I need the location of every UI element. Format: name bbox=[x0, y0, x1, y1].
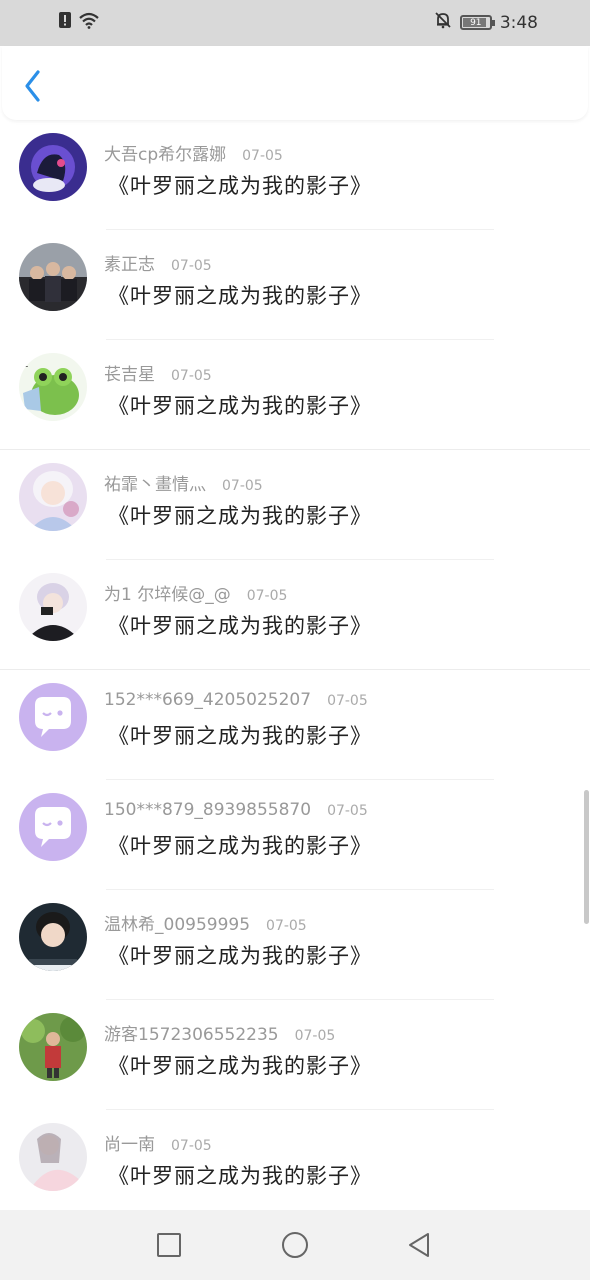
comment-list: 大吾cp希尔露娜 07-05 《叶罗丽之成为我的影子》 素正志 07-05 《叶罗丽… bbox=[0, 120, 590, 1210]
system-nav-bar bbox=[0, 1210, 590, 1280]
username[interactable]: 大吾cp希尔露娜 bbox=[104, 140, 226, 165]
comment-text: 《叶罗丽之成为我的影子》 bbox=[108, 394, 372, 418]
comment-text: 《叶罗丽之成为我的影子》 bbox=[108, 944, 372, 968]
nav-back-button[interactable] bbox=[404, 1230, 434, 1260]
list-item[interactable]: z 苌吉星 07-05 《叶罗丽之成为我的影子》 bbox=[0, 340, 590, 450]
back-icon bbox=[409, 1233, 429, 1257]
username[interactable]: 游客1572306552235 bbox=[104, 1020, 279, 1045]
avatar[interactable] bbox=[19, 573, 87, 641]
username[interactable]: 150***879_8939855870 bbox=[104, 800, 311, 820]
recent-apps-button[interactable] bbox=[154, 1230, 184, 1260]
app-header bbox=[2, 46, 588, 120]
avatar[interactable] bbox=[19, 683, 87, 751]
comment-text: 《叶罗丽之成为我的影子》 bbox=[108, 834, 372, 858]
scrollbar[interactable] bbox=[584, 790, 589, 924]
list-item[interactable]: 大吾cp希尔露娜 07-05 《叶罗丽之成为我的影子》 bbox=[0, 120, 590, 230]
comment-date: 07-05 bbox=[171, 258, 212, 274]
home-button[interactable] bbox=[280, 1230, 310, 1260]
list-item[interactable]: 为1 尔埣候@_@ 07-05 《叶罗丽之成为我的影子》 bbox=[0, 560, 590, 670]
list-item[interactable]: 游客1572306552235 07-05 《叶罗丽之成为我的影子》 bbox=[0, 1000, 590, 1110]
battery-level: 91 bbox=[470, 17, 482, 28]
list-item[interactable]: 尚一南 07-05 《叶罗丽之成为我的影子》 bbox=[0, 1110, 590, 1210]
list-item[interactable]: 素正志 07-05 《叶罗丽之成为我的影子》 bbox=[0, 230, 590, 340]
wifi-icon bbox=[78, 11, 100, 33]
avatar[interactable]: z bbox=[19, 353, 87, 421]
username[interactable]: 温林希_00959995 bbox=[104, 910, 250, 935]
comment-date: 07-05 bbox=[171, 1138, 212, 1154]
comment-text: 《叶罗丽之成为我的影子》 bbox=[108, 1164, 372, 1188]
comment-text: 《叶罗丽之成为我的影子》 bbox=[108, 1054, 372, 1078]
avatar[interactable] bbox=[19, 133, 87, 201]
comment-text: 《叶罗丽之成为我的影子》 bbox=[108, 504, 372, 528]
home-icon bbox=[282, 1232, 308, 1258]
username[interactable]: 素正志 bbox=[104, 250, 155, 275]
list-item[interactable]: 150***879_8939855870 07-05 《叶罗丽之成为我的影子》 bbox=[0, 780, 590, 890]
mute-icon bbox=[434, 11, 452, 34]
alert-icon bbox=[58, 11, 72, 33]
status-bar: 91 3:48 bbox=[0, 0, 590, 46]
comment-text: 《叶罗丽之成为我的影子》 bbox=[108, 174, 372, 198]
battery-icon: 91 bbox=[459, 15, 495, 30]
avatar[interactable] bbox=[19, 1013, 87, 1081]
chevron-left-icon bbox=[25, 70, 40, 102]
comment-date: 07-05 bbox=[171, 368, 212, 384]
list-item[interactable]: 152***669_4205025207 07-05 《叶罗丽之成为我的影子》 bbox=[0, 670, 590, 780]
svg-text:z: z bbox=[23, 359, 28, 370]
comment-date: 07-05 bbox=[327, 693, 368, 709]
recent-apps-icon bbox=[157, 1233, 181, 1257]
avatar[interactable] bbox=[19, 243, 87, 311]
avatar[interactable] bbox=[19, 903, 87, 971]
comment-date: 07-05 bbox=[242, 148, 283, 164]
back-button[interactable] bbox=[18, 68, 48, 104]
username[interactable]: 尚一南 bbox=[104, 1130, 155, 1155]
avatar[interactable] bbox=[19, 463, 87, 531]
status-time: 3:48 bbox=[499, 12, 538, 33]
avatar[interactable] bbox=[19, 793, 87, 861]
username[interactable]: 祐霏丶畫情灬 bbox=[104, 470, 206, 495]
username[interactable]: 152***669_4205025207 bbox=[104, 690, 311, 710]
username[interactable]: 为1 尔埣候@_@ bbox=[104, 580, 231, 605]
comment-text: 《叶罗丽之成为我的影子》 bbox=[108, 284, 372, 308]
comment-date: 07-05 bbox=[222, 478, 263, 494]
comment-date: 07-05 bbox=[266, 918, 307, 934]
avatar[interactable] bbox=[19, 1123, 87, 1191]
list-item[interactable]: 温林希_00959995 07-05 《叶罗丽之成为我的影子》 bbox=[0, 890, 590, 1000]
username[interactable]: 苌吉星 bbox=[104, 360, 155, 385]
list-item[interactable]: 祐霏丶畫情灬 07-05 《叶罗丽之成为我的影子》 bbox=[0, 450, 590, 560]
comment-date: 07-05 bbox=[294, 1028, 336, 1044]
comment-text: 《叶罗丽之成为我的影子》 bbox=[108, 614, 372, 638]
comment-date: 07-05 bbox=[327, 803, 368, 819]
comment-text: 《叶罗丽之成为我的影子》 bbox=[108, 724, 372, 748]
comment-date: 07-05 bbox=[246, 588, 288, 604]
